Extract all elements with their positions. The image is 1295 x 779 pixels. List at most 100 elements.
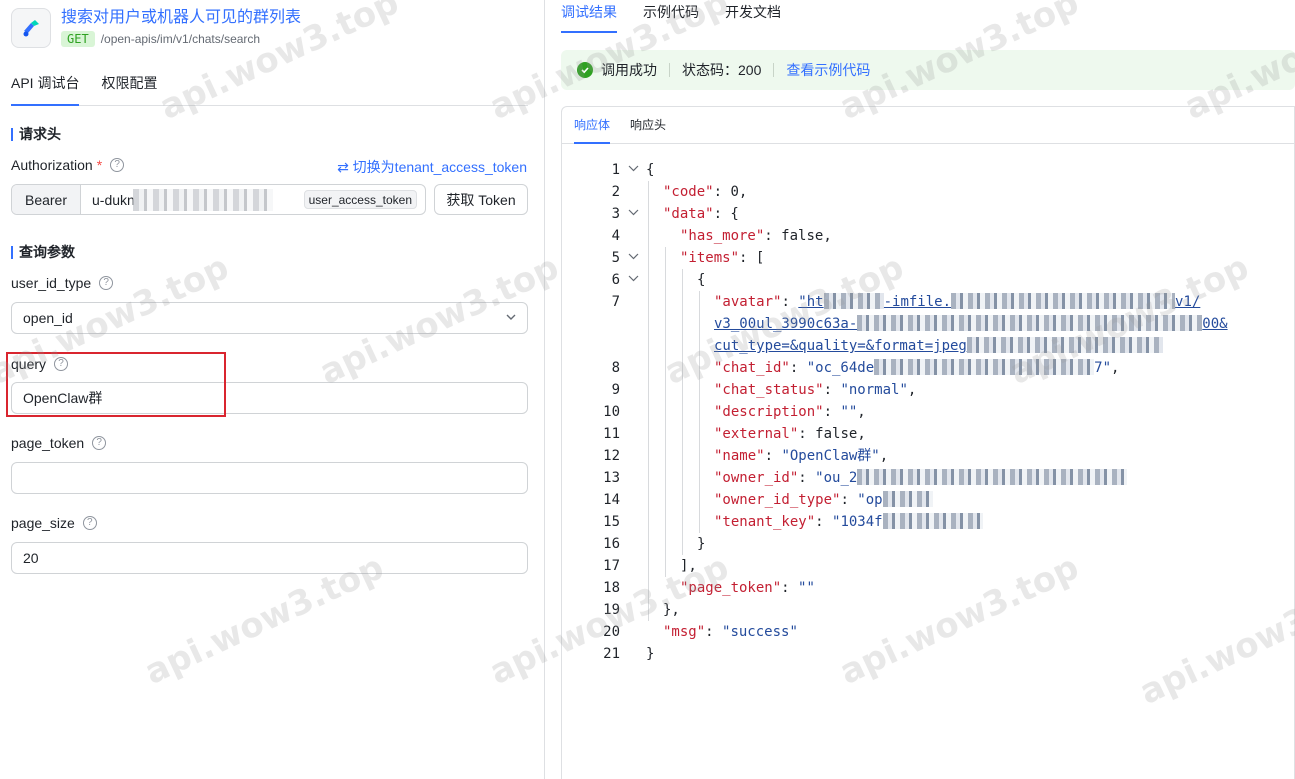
line-number: 15: [603, 514, 620, 530]
tab-response-headers[interactable]: 响应头: [630, 107, 666, 143]
line-number: 18: [603, 580, 620, 596]
code-line: v3_00ul_3990c63a- 00&: [562, 313, 1294, 335]
redaction: [857, 469, 1128, 485]
code-text: },: [663, 602, 680, 618]
code-text: }: [697, 536, 706, 552]
query-params-section-title: 查询参数: [11, 243, 75, 261]
token-type-tag: user_access_token: [303, 190, 417, 209]
line-number: 11: [603, 426, 620, 442]
get-token-button[interactable]: 获取 Token: [434, 184, 528, 215]
code-text: v3_00ul_3990c63a- 00&: [714, 315, 1228, 332]
http-method-badge: GET: [61, 31, 95, 47]
line-number: 12: [603, 448, 620, 464]
code-text: ],: [680, 558, 697, 574]
line-number: 2: [611, 184, 620, 200]
api-header: 搜索对用户或机器人可见的群列表 GET /open-apis/im/v1/cha…: [11, 8, 301, 50]
tab-dev-docs[interactable]: 开发文档: [725, 0, 781, 33]
code-line: cut_type=&quality=&format=jpeg: [562, 335, 1294, 357]
help-icon[interactable]: ?: [92, 436, 107, 450]
line-number: 13: [603, 470, 620, 486]
tab-api-console[interactable]: API 调试台: [11, 66, 80, 106]
help-icon[interactable]: ?: [110, 158, 125, 172]
tab-permissions[interactable]: 权限配置: [101, 66, 157, 105]
api-debugger-page: 搜索对用户或机器人可见的群列表 GET /open-apis/im/v1/cha…: [0, 0, 1295, 779]
code-text: {: [646, 162, 655, 178]
code-line: 11 "external": false,: [562, 423, 1294, 445]
line-number: 14: [603, 492, 620, 508]
authorization-label-text: Authorization: [11, 157, 93, 173]
code-text: "avatar": "ht -imfile. v1/: [714, 293, 1201, 310]
api-path: /open-apis/im/v1/chats/search: [100, 32, 261, 46]
page-size-label: page_size?: [11, 514, 97, 532]
request-panel: 搜索对用户或机器人可见的群列表 GET /open-apis/im/v1/cha…: [0, 0, 545, 779]
code-text: "chat_id": "oc_64de 7",: [714, 359, 1120, 376]
line-number: 20: [603, 624, 620, 640]
line-number: 7: [611, 294, 620, 310]
line-number: 19: [603, 602, 620, 618]
code-text: "code": 0,: [663, 184, 748, 200]
annotation-highlight-box: [6, 352, 226, 417]
fold-chevron-icon[interactable]: [628, 251, 639, 262]
page-token-label-text: page_token: [11, 435, 85, 451]
fold-chevron-icon[interactable]: [628, 207, 639, 218]
page-size-value: 20: [23, 550, 39, 566]
code-text: "page_token": "": [680, 580, 815, 596]
code-line: 19},: [562, 599, 1294, 621]
help-icon[interactable]: ?: [99, 276, 114, 290]
code-text: {: [697, 272, 706, 288]
redaction: [882, 491, 933, 507]
code-text: "name": "OpenClaw群",: [714, 448, 889, 464]
redaction: [823, 293, 884, 309]
result-panel: 调试结果 示例代码 开发文档 调用成功 状态码：200 查看示例代码 响应体 响…: [545, 0, 1295, 779]
code-text: "description": "",: [714, 404, 866, 420]
code-line: 15 "tenant_key": "1034f: [562, 511, 1294, 533]
response-viewer: 响应体 响应头 1{ 2 "code": 0, 3 "data": { 4 "has_…: [561, 106, 1295, 779]
code-text: "msg": "success": [663, 624, 798, 640]
code-text: cut_type=&quality=&format=jpeg: [714, 335, 1163, 357]
result-tabs: 调试结果 示例代码 开发文档: [561, 0, 781, 33]
fold-chevron-icon[interactable]: [628, 273, 639, 284]
line-number: 6: [611, 272, 620, 288]
redaction: [951, 293, 1176, 309]
tab-response-body[interactable]: 响应体: [574, 107, 611, 144]
line-number: 10: [603, 404, 620, 420]
line-number: 5: [611, 250, 620, 266]
line-number: 16: [603, 536, 620, 552]
code-line: 16}: [562, 533, 1294, 555]
code-text: "owner_id": "ou_2: [714, 467, 1128, 489]
page-size-input[interactable]: 20: [11, 542, 528, 574]
code-text: "items": [: [680, 250, 765, 266]
code-line: 6{: [562, 269, 1294, 291]
help-icon[interactable]: ?: [82, 516, 97, 530]
token-input[interactable]: u-dukn: [81, 185, 304, 214]
code-text: "tenant_key": "1034f: [714, 511, 983, 533]
switch-token-type-link[interactable]: ⇄ 切换为tenant_access_token: [337, 157, 527, 177]
authorization-label: Authorization *?: [11, 156, 125, 174]
line-number: 3: [611, 206, 620, 222]
page-token-label: page_token?: [11, 434, 107, 452]
page-token-input[interactable]: [11, 462, 528, 494]
status-bar: 调用成功 状态码：200 查看示例代码: [561, 50, 1295, 90]
code-line: 1{: [562, 159, 1294, 181]
json-code-view: 1{ 2 "code": 0, 3 "data": { 4 "has_more": f…: [562, 159, 1294, 665]
request-header-section-title: 请求头: [11, 125, 61, 143]
code-line: 21}: [562, 643, 1294, 665]
code-line: 14 "owner_id_type": "op: [562, 489, 1294, 511]
view-sample-code-link[interactable]: 查看示例代码: [786, 60, 870, 80]
code-text: "external": false,: [714, 426, 866, 442]
code-line: 5 "items": [: [562, 247, 1294, 269]
authorization-row: Bearer u-dukn user_access_token 获取 Token: [11, 184, 528, 215]
code-line: 12 "name": "OpenClaw群",: [562, 445, 1294, 467]
tab-sample-code[interactable]: 示例代码: [643, 0, 699, 33]
user-id-type-select[interactable]: open_id: [11, 302, 528, 334]
success-check-icon: [577, 62, 593, 78]
redaction: [857, 315, 1203, 331]
authorization-input-group: Bearer u-dukn user_access_token: [11, 184, 426, 215]
code-line: 4 "has_more": false,: [562, 225, 1294, 247]
tab-debug-result[interactable]: 调试结果: [561, 0, 617, 33]
line-number: 8: [611, 360, 620, 376]
line-number: 17: [603, 558, 620, 574]
redaction: [882, 513, 983, 529]
code-line: 20 "msg": "success": [562, 621, 1294, 643]
fold-chevron-icon[interactable]: [628, 163, 639, 174]
